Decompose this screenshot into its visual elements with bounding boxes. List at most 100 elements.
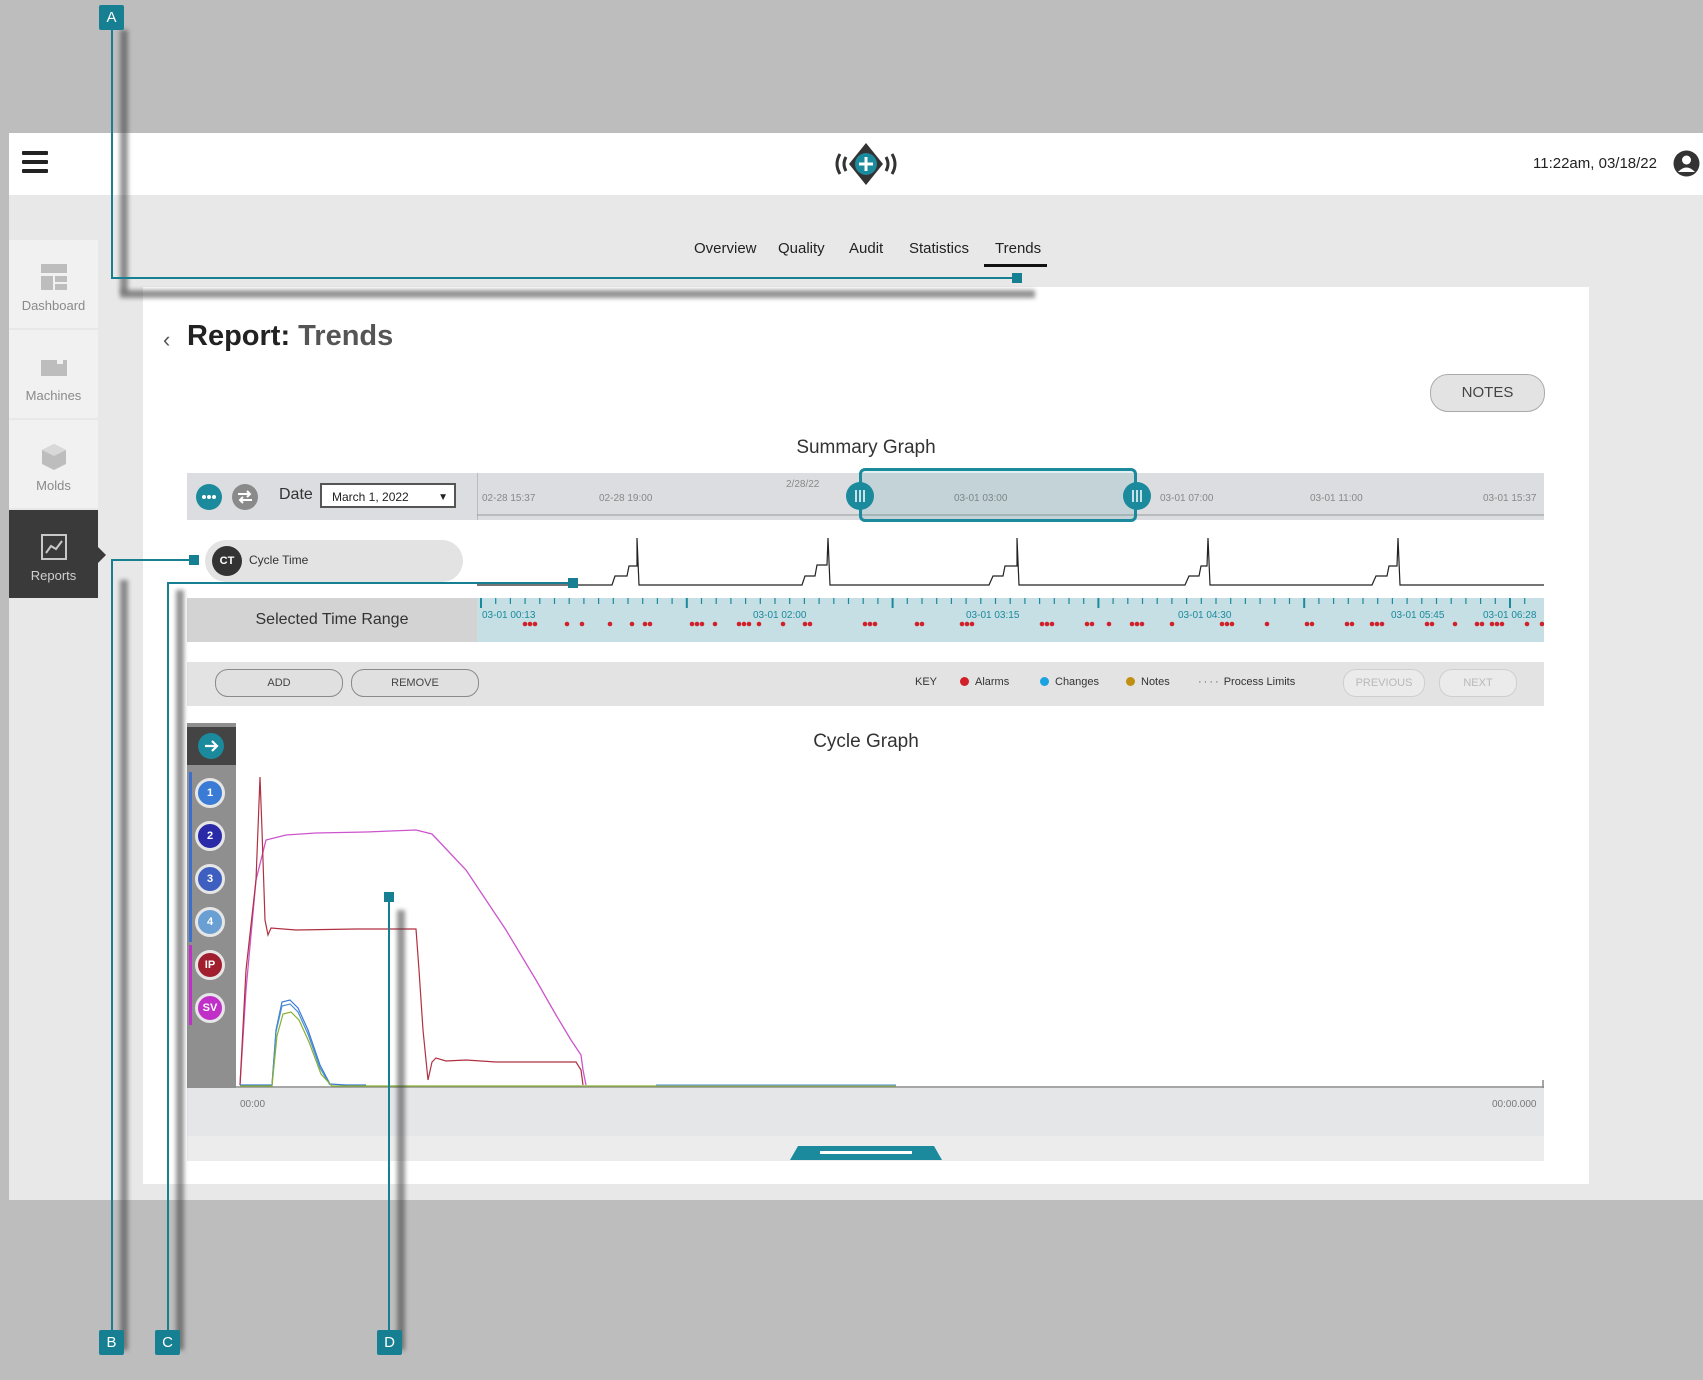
sensor-ip-badge[interactable]: IP: [195, 950, 225, 980]
alarm-dot: [522, 621, 528, 627]
back-chevron-icon[interactable]: ‹: [163, 327, 170, 353]
tab-trends[interactable]: Trends: [995, 240, 1041, 257]
alarm-dot: [1224, 621, 1230, 627]
remove-button[interactable]: REMOVE: [351, 669, 479, 697]
alarm-dot: [1474, 621, 1480, 627]
reports-icon: [39, 532, 69, 562]
range-tick-label: 03-01 02:00: [753, 610, 807, 621]
cycle-graph-axis-bar: [187, 1088, 1544, 1136]
add-button[interactable]: ADD: [215, 669, 343, 697]
x-axis-end: 00:00.000: [1492, 1099, 1537, 1110]
alarm-dot: [1264, 621, 1270, 627]
note-dot-icon: [1126, 677, 1135, 686]
more-options-icon[interactable]: [196, 484, 222, 510]
alarm-dot: [699, 621, 705, 627]
alarm-dot: [1424, 621, 1430, 627]
active-pointer: [97, 546, 106, 564]
alarm-dot: [642, 621, 648, 627]
page-title: Report: Trends: [187, 320, 393, 353]
callout-a: A: [99, 5, 124, 30]
cycle-time-label: Cycle Time: [249, 553, 309, 567]
sidebar-item-reports[interactable]: Reports: [9, 510, 98, 598]
cycle-graph-plot: [236, 770, 1544, 1090]
tab-overview[interactable]: Overview: [694, 240, 757, 257]
cycle-time-badge: CT: [212, 546, 242, 576]
sidebar-label-machines: Machines: [25, 388, 82, 403]
range-tick-label: 03-01 05:45: [1391, 610, 1445, 621]
title-main: Trends: [298, 320, 394, 352]
user-avatar-icon[interactable]: [1673, 150, 1700, 177]
legend-limits: ···· Process Limits: [1198, 676, 1295, 688]
sensor-4-badge[interactable]: 4: [195, 907, 225, 937]
machine-icon: [39, 352, 69, 382]
next-button[interactable]: NEXT: [1439, 669, 1517, 697]
sidebar-item-machines[interactable]: Machines: [9, 330, 98, 418]
compare-arrows-icon[interactable]: [232, 484, 258, 510]
alarm-dot: [1524, 621, 1530, 627]
legend-changes-label: Changes: [1055, 676, 1100, 688]
alarm-dot: [629, 621, 635, 627]
sensor-group-bar: [189, 945, 192, 1025]
alarm-dot: [919, 621, 925, 627]
tab-quality[interactable]: Quality: [778, 240, 825, 257]
alarm-dot: [1494, 621, 1500, 627]
alarm-dot: [1539, 621, 1545, 627]
alarm-dot: [1039, 621, 1045, 627]
alarm-dot: [741, 621, 747, 627]
cycle-graph-heading: Cycle Graph: [813, 731, 919, 752]
key-label: KEY: [915, 676, 938, 688]
previous-button[interactable]: PREVIOUS: [1343, 669, 1425, 697]
alarm-dot: [964, 621, 970, 627]
callout-d: D: [377, 1330, 402, 1355]
chevron-down-icon: ▼: [438, 492, 448, 503]
logo-icon: [826, 140, 906, 188]
alarm-dot: [1229, 621, 1235, 627]
alarm-dot: [607, 621, 613, 627]
sensor-3-badge[interactable]: 3: [195, 864, 225, 894]
legend-limits-label: Process Limits: [1223, 676, 1296, 688]
alarm-dot: [712, 621, 718, 627]
tab-audit[interactable]: Audit: [849, 240, 883, 257]
sensor-1-badge[interactable]: 1: [195, 778, 225, 808]
alarm-dot: [1084, 621, 1090, 627]
alarm-dot: [959, 621, 965, 627]
range-handle-left-icon[interactable]: [846, 482, 874, 510]
alarm-dot: [1089, 621, 1095, 627]
cycle-time-chip[interactable]: CT Cycle Time: [205, 540, 463, 582]
sensor-2-badge[interactable]: 2: [195, 821, 225, 851]
notes-button[interactable]: NOTES: [1430, 374, 1545, 412]
alarm-dot: [1219, 621, 1225, 627]
resize-handle-icon[interactable]: [790, 1146, 942, 1160]
menu-icon[interactable]: [22, 151, 48, 175]
alarm-dot: [746, 621, 752, 627]
summary-graph-heading: Summary Graph: [796, 437, 936, 458]
sidebar-item-molds[interactable]: Molds: [9, 420, 98, 508]
axis-tick-label: 02-28 19:00: [599, 493, 653, 504]
date-select[interactable]: March 1, 2022 ▼: [320, 483, 456, 508]
sidebar-label-dashboard: Dashboard: [21, 298, 86, 313]
alarm-dot: [867, 621, 873, 627]
alarm-dot: [1139, 621, 1145, 627]
legend-changes: Changes: [1040, 676, 1099, 688]
x-axis-start: 00:00: [240, 1099, 266, 1110]
legend-notes: Notes: [1126, 676, 1170, 688]
range-selector[interactable]: [859, 468, 1137, 522]
alarm-dot: [1344, 621, 1350, 627]
axis-tick-label: 03-01 07:00: [1160, 493, 1214, 504]
alarm-dot: [1049, 621, 1055, 627]
sensor-sv-badge[interactable]: SV: [195, 993, 225, 1023]
alarm-dot: [689, 621, 695, 627]
tab-statistics[interactable]: Statistics: [909, 240, 969, 257]
alarm-dot: [1452, 621, 1458, 627]
alarm-dot: [1479, 621, 1485, 627]
alarm-dot-icon: [960, 677, 969, 686]
range-handle-right-icon[interactable]: [1123, 482, 1151, 510]
axis-tick-label: 03-01 15:37: [1483, 493, 1537, 504]
axis-tick-label: 03-01 11:00: [1310, 493, 1363, 504]
alarm-dot: [1429, 621, 1435, 627]
dashed-line-icon: ····: [1198, 676, 1221, 688]
alarm-dot: [532, 621, 538, 627]
sidebar-item-dashboard[interactable]: Dashboard: [9, 240, 98, 328]
alarm-dot: [579, 621, 585, 627]
alarm-dot: [1489, 621, 1495, 627]
